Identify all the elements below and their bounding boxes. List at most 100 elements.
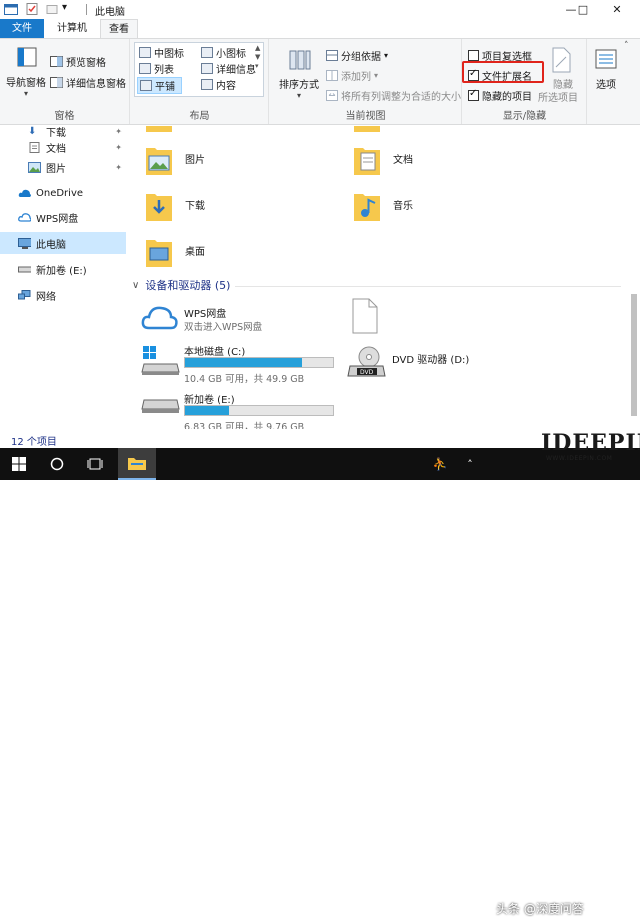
search-button[interactable] bbox=[38, 448, 76, 480]
devices-section-header[interactable]: ∨ 设备和驱动器 (5) bbox=[132, 277, 230, 293]
explorer-window-icon[interactable] bbox=[4, 3, 18, 15]
properties-icon[interactable] bbox=[26, 3, 38, 15]
pin-icon[interactable]: ✦ bbox=[115, 163, 122, 172]
tray-chevron-icon[interactable]: ˄ bbox=[456, 448, 484, 480]
drive-icon bbox=[18, 266, 31, 272]
nav-item-network[interactable]: 网络 bbox=[0, 284, 126, 306]
collapse-chevron-icon[interactable]: ∨ bbox=[132, 280, 139, 291]
windows-logo-icon bbox=[12, 457, 26, 471]
layout-tiles-label: 平铺 bbox=[155, 82, 175, 93]
nav-item-label: WPS网盘 bbox=[36, 213, 79, 225]
svg-text:DVD: DVD bbox=[360, 369, 374, 376]
preview-pane-button[interactable]: 预览窗格 bbox=[50, 54, 106, 69]
wps-cloud-large-icon bbox=[141, 306, 178, 330]
download-icon: ⬇ bbox=[28, 125, 37, 137]
sort-by-label: 排序方式 bbox=[279, 80, 319, 91]
drive-c-usage-bar bbox=[184, 357, 334, 368]
expand-ribbon-icon[interactable]: ˄ bbox=[624, 41, 629, 51]
device-drive-e[interactable]: 新加卷 (E:) 6.83 GB 可用，共 9.76 GB bbox=[127, 390, 347, 429]
folder-downloads[interactable]: 下载 bbox=[127, 188, 317, 230]
layout-list-label: 列表 bbox=[154, 65, 174, 76]
hide-selected-button[interactable]: 隐藏 bbox=[543, 47, 583, 91]
watermark-url: WWW.IDEEPIN.COM bbox=[546, 455, 613, 462]
blank-file-icon[interactable] bbox=[351, 298, 379, 334]
file-explorer-taskbar-button[interactable] bbox=[118, 448, 156, 480]
layout-medium-icons[interactable]: 中图标 bbox=[139, 45, 184, 60]
new-folder-icon[interactable] bbox=[46, 3, 58, 15]
documents-folder-icon bbox=[354, 148, 380, 175]
layout-small-icons[interactable]: 小图标 bbox=[201, 45, 246, 60]
nav-item-onedrive[interactable]: OneDrive bbox=[0, 182, 126, 204]
hidden-items-toggle[interactable]: 隐藏的项目 bbox=[468, 88, 532, 103]
current-view-group: 排序方式 ▾ 分组依据 ▾ 添加列 ▾ 将所有列调整为合适的大小 当前视图 bbox=[270, 39, 462, 124]
navigation-pane: ⬇ 下载 ✦ 文档 ✦ 图片 ✦ OneDrive WPS网盘 此电脑 新加卷 … bbox=[0, 126, 126, 429]
start-button[interactable] bbox=[0, 448, 38, 480]
scrollbar-thumb[interactable] bbox=[631, 294, 637, 416]
folder-pictures[interactable]: 图片 bbox=[127, 142, 317, 184]
nav-pane-label: 导航窗格 bbox=[6, 78, 46, 89]
section-divider bbox=[235, 286, 621, 287]
nav-item-this-pc[interactable]: 此电脑 bbox=[0, 232, 126, 254]
details-pane-label: 详细信息窗格 bbox=[66, 79, 126, 90]
pin-icon[interactable]: ✦ bbox=[115, 127, 122, 136]
add-columns-dropdown-icon: ▾ bbox=[374, 71, 379, 80]
item-checkboxes-checkbox[interactable] bbox=[468, 50, 479, 61]
hidden-items-checkbox[interactable] bbox=[468, 88, 479, 101]
nav-item-pictures[interactable]: 图片 ✦ bbox=[0, 156, 126, 178]
group-by-button[interactable]: 分组依据 ▾ bbox=[326, 48, 388, 63]
selected-items-label: 所选项目 bbox=[538, 93, 578, 104]
layout-details[interactable]: 详细信息 bbox=[201, 61, 256, 76]
details-pane-button[interactable]: 详细信息窗格 bbox=[50, 75, 126, 90]
small-icons-icon bbox=[201, 47, 213, 58]
folder-name: 文档 bbox=[393, 155, 413, 166]
sort-by-button[interactable]: 排序方式 ▾ bbox=[276, 47, 322, 100]
nav-pane-dropdown-icon: ▾ bbox=[23, 89, 28, 98]
ribbon-tabs: 文件 计算机 查看 bbox=[0, 19, 640, 38]
device-wps-cloud[interactable]: WPS网盘 双击进入WPS网盘 bbox=[127, 302, 327, 338]
tab-view[interactable]: 查看 bbox=[100, 19, 138, 38]
quick-access-dropdown-icon[interactable]: ▾ bbox=[62, 2, 67, 13]
nav-item-label: 此电脑 bbox=[36, 239, 66, 251]
nav-item-label: 文档 bbox=[46, 143, 66, 155]
people-icon[interactable]: ⛹ bbox=[426, 448, 454, 480]
layout-content[interactable]: 内容 bbox=[201, 77, 236, 92]
layout-list[interactable]: 列表 bbox=[139, 61, 174, 76]
group-by-icon bbox=[326, 50, 338, 61]
group-by-dropdown-icon: ▾ bbox=[384, 51, 389, 60]
downloads-folder-icon bbox=[146, 194, 172, 221]
layout-gallery: 中图标 小图标 列表 详细信息 平铺 内容 bbox=[134, 42, 264, 97]
drive-c-usage-fill bbox=[185, 358, 302, 367]
medium-icons-icon bbox=[139, 47, 151, 58]
options-label: 选项 bbox=[596, 80, 616, 91]
add-columns-button[interactable]: 添加列 ▾ bbox=[326, 68, 378, 83]
preview-pane-label: 预览窗格 bbox=[66, 58, 106, 69]
device-dvd-drive[interactable]: DVD DVD 驱动器 (D:) bbox=[335, 344, 535, 380]
nav-item-wps-cloud[interactable]: WPS网盘 bbox=[0, 206, 126, 228]
list-icon bbox=[139, 63, 151, 74]
onedrive-cloud-icon bbox=[18, 189, 31, 197]
folder-partial-icon bbox=[146, 126, 172, 132]
size-all-columns-button[interactable]: 将所有列调整为合适的大小 bbox=[326, 88, 461, 103]
add-columns-label: 添加列 bbox=[341, 72, 371, 83]
size-all-columns-label: 将所有列调整为合适的大小 bbox=[341, 92, 461, 103]
nav-item-documents[interactable]: 文档 ✦ bbox=[0, 136, 126, 158]
device-drive-c[interactable]: 本地磁盘 (C:) 10.4 GB 可用，共 49.9 GB bbox=[127, 342, 347, 385]
nav-item-volume-e[interactable]: 新加卷 (E:) bbox=[0, 258, 126, 280]
wps-cloud-icon bbox=[18, 212, 31, 222]
window-title: 此电脑 bbox=[95, 7, 125, 18]
tab-file[interactable]: 文件 bbox=[0, 19, 44, 38]
device-subtitle: 双击进入WPS网盘 bbox=[184, 322, 263, 333]
options-button[interactable]: 选项 bbox=[588, 47, 624, 91]
folder-documents[interactable]: 文档 bbox=[335, 142, 525, 184]
vertical-scrollbar[interactable] bbox=[628, 126, 640, 429]
pin-icon[interactable]: ✦ bbox=[115, 143, 122, 152]
close-icon[interactable]: ✕ bbox=[594, 0, 640, 19]
layout-scroll-arrows[interactable]: ▲ ▼ ▾ bbox=[255, 44, 260, 71]
nav-pane-button[interactable]: 导航窗格 ▾ bbox=[4, 45, 48, 98]
watermark-brand: IDEEPIN bbox=[541, 430, 640, 456]
folder-desktop[interactable]: 桌面 bbox=[127, 234, 317, 276]
folder-music[interactable]: 音乐 bbox=[335, 188, 525, 230]
layout-tiles[interactable]: 平铺 bbox=[137, 77, 182, 94]
tab-computer[interactable]: 计算机 bbox=[48, 19, 96, 38]
task-view-button[interactable] bbox=[76, 448, 114, 480]
